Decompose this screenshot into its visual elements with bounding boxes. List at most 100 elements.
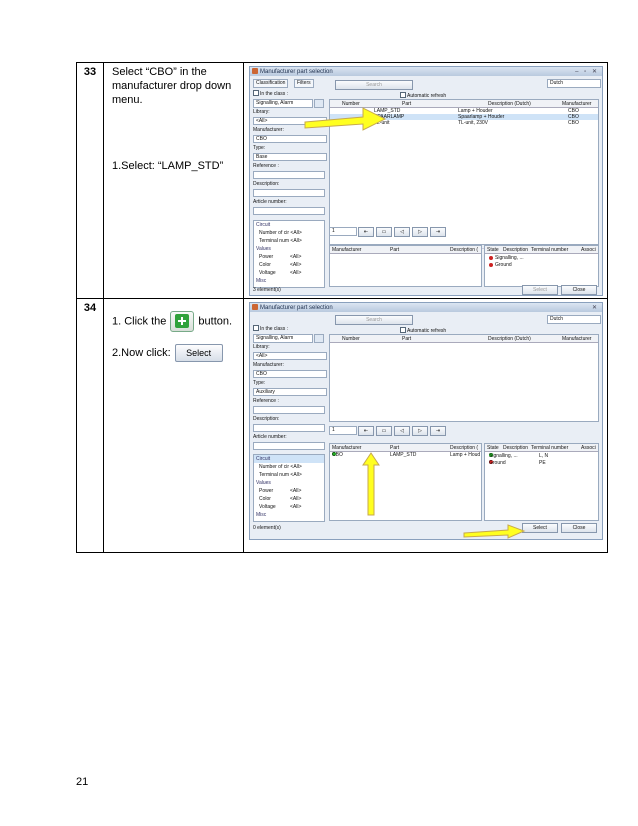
- manufacturer-select[interactable]: CBO: [253, 370, 327, 378]
- class-picker-icon[interactable]: [314, 334, 324, 343]
- list-item[interactable]: Signalling, ...: [489, 255, 524, 261]
- close-button[interactable]: Close: [561, 523, 597, 533]
- col-part[interactable]: Part: [402, 336, 411, 342]
- col-part[interactable]: Part: [390, 247, 399, 253]
- select-button[interactable]: Select: [522, 523, 558, 533]
- last-page-icon[interactable]: ⇥: [430, 227, 446, 237]
- values-item: Power: [259, 254, 274, 260]
- in-class-label: In the class :: [260, 326, 289, 332]
- in-class-checkbox[interactable]: [253, 325, 259, 331]
- col-description[interactable]: Description (: [450, 247, 478, 253]
- prev-icon[interactable]: ◁: [394, 426, 410, 436]
- misc-group[interactable]: Misc: [254, 277, 324, 285]
- first-page-icon[interactable]: ⇤: [358, 426, 374, 436]
- article-input[interactable]: [253, 207, 325, 215]
- step-instruction-2: 2.Now click:: [112, 346, 171, 359]
- selected-parts-grid: Manufacturer Part Description ( CBO LAMP…: [329, 443, 482, 521]
- values-group[interactable]: Values: [254, 479, 324, 487]
- col-description[interactable]: Description (: [450, 445, 478, 451]
- prev-page-icon[interactable]: ▭: [376, 227, 392, 237]
- col-description[interactable]: Description: [503, 247, 528, 253]
- tab-filters[interactable]: Filters: [294, 79, 314, 88]
- type-select[interactable]: Base: [253, 153, 327, 161]
- class-field[interactable]: Signalling, Alarm: [253, 99, 313, 108]
- language-select[interactable]: Dutch: [547, 79, 601, 88]
- in-class-checkbox[interactable]: [253, 90, 259, 96]
- description-input[interactable]: [253, 189, 325, 197]
- col-description[interactable]: Description (Dutch): [488, 101, 531, 107]
- prev-page-icon[interactable]: ▭: [376, 426, 392, 436]
- col-part[interactable]: Part: [390, 445, 399, 451]
- step-instruction: Select “CBO” in the manufacturer drop do…: [112, 66, 232, 106]
- manufacturer-part-dialog: Manufacturer part selection ✕ Search Dut…: [249, 302, 603, 540]
- select-button[interactable]: Select: [522, 285, 558, 295]
- next-page-icon[interactable]: ▷: [412, 426, 428, 436]
- dialog-titlebar: Manufacturer part selection ✕: [250, 303, 602, 312]
- library-label: Library:: [253, 109, 270, 115]
- description-label: Description:: [253, 181, 280, 187]
- results-grid: Number Part Description (Dutch) Manufact…: [329, 334, 599, 422]
- circuit-item[interactable]: Number of cir <All>: [254, 229, 324, 237]
- col-manufacturer[interactable]: Manufacturer: [562, 336, 591, 342]
- library-select[interactable]: <All>: [253, 352, 327, 360]
- reference-label: Reference :: [253, 163, 279, 169]
- col-terminal[interactable]: Terminal number: [531, 247, 568, 253]
- list-item[interactable]: Ground: [489, 262, 512, 268]
- circuit-item[interactable]: Number of cir <All>: [254, 463, 324, 471]
- col-description[interactable]: Description (Dutch): [488, 336, 531, 342]
- search-button[interactable]: Search: [335, 80, 413, 90]
- auto-refresh-checkbox[interactable]: [400, 92, 406, 98]
- first-page-icon[interactable]: ⇤: [358, 227, 374, 237]
- col-state[interactable]: State: [487, 247, 499, 253]
- article-input[interactable]: [253, 442, 325, 450]
- manufacturer-select[interactable]: CBO: [253, 135, 327, 143]
- col-description[interactable]: Description: [503, 445, 528, 451]
- circuit-group[interactable]: Circuit: [254, 221, 324, 229]
- page-input[interactable]: 1: [329, 426, 357, 435]
- col-associ[interactable]: Associ: [581, 247, 596, 253]
- manufacturer-label: Manufacturer:: [253, 127, 284, 133]
- values-all: <All>: [290, 504, 302, 510]
- col-associ[interactable]: Associ: [581, 445, 596, 451]
- step-instruction-end: button.: [198, 315, 233, 328]
- page-input[interactable]: 1: [329, 227, 357, 236]
- col-number[interactable]: Number: [342, 336, 360, 342]
- next-page-icon[interactable]: ▷: [412, 227, 428, 237]
- window-controls-icon[interactable]: – ▫ ✕: [575, 68, 599, 75]
- col-manufacturer[interactable]: Manufacturer: [332, 445, 361, 451]
- col-terminal[interactable]: Terminal number: [531, 445, 568, 451]
- col-state[interactable]: State: [487, 445, 499, 451]
- list-item[interactable]: Signalling, ... L, N: [489, 453, 594, 459]
- col-manufacturer[interactable]: Manufacturer: [562, 101, 591, 107]
- description-label: Description:: [253, 416, 280, 422]
- values-item: Voltage: [259, 504, 276, 510]
- filter-tree: Circuit Number of cir <All> Terminal num…: [253, 454, 325, 522]
- language-select[interactable]: Dutch: [547, 315, 601, 324]
- table-row[interactable]: CBO LAMP_STD Lamp + Houd: [330, 452, 481, 458]
- reference-input[interactable]: [253, 171, 325, 179]
- search-button[interactable]: Search: [335, 315, 413, 325]
- type-label: Type:: [253, 145, 266, 151]
- list-item[interactable]: Ground PE: [489, 460, 594, 466]
- last-page-icon[interactable]: ⇥: [430, 426, 446, 436]
- description-input[interactable]: [253, 424, 325, 432]
- element-count: 0 element(s): [253, 525, 281, 531]
- col-part[interactable]: Part: [402, 101, 411, 107]
- misc-group[interactable]: Misc: [254, 511, 324, 519]
- dialog-titlebar: Manufacturer part selection – ▫ ✕: [250, 67, 602, 76]
- reference-label: Reference :: [253, 398, 279, 404]
- circuit-item[interactable]: Terminal num <All>: [254, 471, 324, 479]
- class-field[interactable]: Signalling, Alarm: [253, 334, 313, 343]
- auto-refresh-checkbox[interactable]: [400, 327, 406, 333]
- circuit-group[interactable]: Circuit: [254, 455, 324, 463]
- values-group[interactable]: Values: [254, 245, 324, 253]
- yellow-arrow-icon: [362, 452, 380, 516]
- circuit-item[interactable]: Terminal num <All>: [254, 237, 324, 245]
- prev-icon[interactable]: ◁: [394, 227, 410, 237]
- close-icon[interactable]: ✕: [592, 304, 599, 311]
- tab-classification[interactable]: Classification: [253, 79, 289, 88]
- reference-input[interactable]: [253, 406, 325, 414]
- col-manufacturer[interactable]: Manufacturer: [332, 247, 361, 253]
- close-button[interactable]: Close: [561, 285, 597, 295]
- type-select[interactable]: Auxiliary: [253, 388, 327, 396]
